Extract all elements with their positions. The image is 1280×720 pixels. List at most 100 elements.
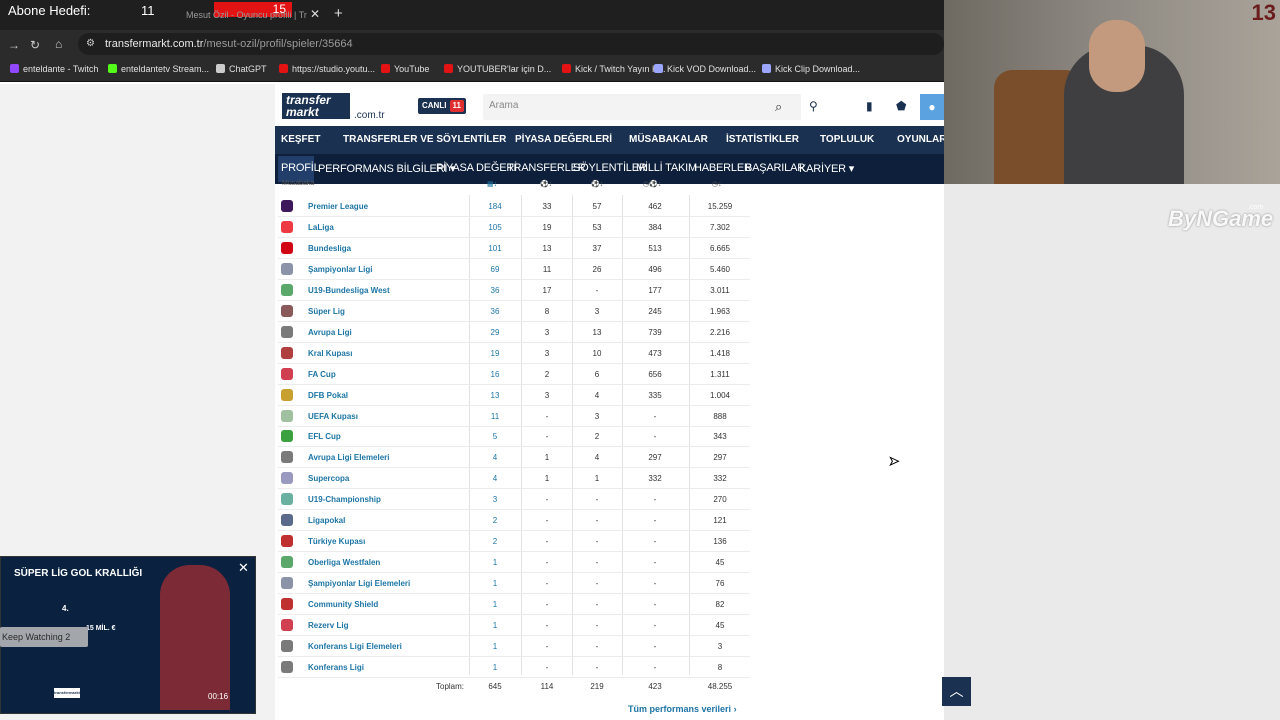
appearances-cell[interactable]: 11 [480, 412, 510, 421]
appearances-cell[interactable]: 1 [480, 663, 510, 672]
sub-nav-item[interactable]: KARİYER ▾ [799, 162, 854, 175]
search-icon[interactable]: ⌕ [775, 99, 782, 115]
scroll-to-top-button[interactable]: ︿ [942, 677, 971, 706]
appearances-cell[interactable]: 105 [480, 223, 510, 232]
all-performance-link[interactable]: Tüm performans verileri › [628, 704, 737, 714]
appearances-cell[interactable]: 101 [480, 244, 510, 253]
competition-logo-icon[interactable] [281, 241, 293, 254]
home-icon[interactable]: ⌂ [55, 37, 62, 51]
sub-nav-item[interactable]: PİYASA DEĞERİ [436, 162, 517, 174]
minutes-icon[interactable]: ◷↕ [712, 180, 722, 188]
appearances-cell[interactable]: 5 [480, 432, 510, 441]
user-account-button[interactable]: ● [920, 94, 944, 120]
competition-name[interactable]: Avrupa Ligi Elemeleri [308, 453, 390, 462]
appearances-cell[interactable]: 3 [480, 495, 510, 504]
competition-logo-icon[interactable] [281, 598, 293, 611]
tab-close-icon[interactable]: ✕ [310, 7, 320, 21]
user-search-icon[interactable]: ⚲ [809, 99, 818, 113]
competition-logo-icon[interactable] [281, 619, 293, 631]
competition-name[interactable]: Türkiye Kupası [308, 537, 365, 546]
competition-name[interactable]: DFB Pokal [308, 391, 348, 400]
competition-logo-icon[interactable] [281, 535, 293, 548]
url-text[interactable]: transfermarkt.com.tr/mesut-ozil/profil/s… [105, 38, 353, 50]
sub-nav-item[interactable]: HABERLER [694, 162, 752, 174]
competition-name[interactable]: Konferans Ligi [308, 663, 364, 672]
competition-name[interactable]: Kral Kupası [308, 349, 352, 358]
competition-logo-icon[interactable] [281, 514, 293, 527]
competition-logo-icon[interactable] [281, 220, 293, 233]
bookmark-item[interactable]: Kick VOD Download... [654, 64, 756, 74]
competition-name[interactable]: Ligapokal [308, 516, 345, 525]
appearances-cell[interactable]: 36 [480, 286, 510, 295]
competition-name[interactable]: LaLiga [308, 223, 334, 232]
competition-logo-icon[interactable] [281, 430, 293, 443]
competition-name[interactable]: Supercopa [308, 474, 349, 483]
competition-name[interactable]: Community Shield [308, 600, 378, 609]
competition-logo-icon[interactable] [281, 283, 293, 296]
competition-logo-icon[interactable] [281, 346, 293, 359]
goals-icon[interactable]: ⚽↕ [540, 180, 552, 188]
sub-nav-item[interactable]: BAŞARILAR [745, 162, 805, 174]
bookmark-item[interactable]: YouTube [381, 64, 429, 74]
competition-name[interactable]: Bundesliga [308, 244, 351, 253]
competition-logo-icon[interactable] [281, 493, 293, 506]
appearances-cell[interactable]: 1 [480, 600, 510, 609]
bookmark-item[interactable]: enteldantetv Stream... [108, 64, 209, 74]
competition-name[interactable]: Konferans Ligi Elemeleri [308, 642, 402, 651]
shield-icon[interactable]: ⬟ [896, 99, 906, 113]
transfermarkt-logo[interactable]: transfer markt [282, 93, 350, 119]
main-nav-item[interactable]: PİYASA DEĞERLERİ [515, 134, 612, 145]
competition-logo-icon[interactable] [281, 639, 293, 652]
bookmark-item[interactable]: https://studio.youtu... [279, 64, 375, 74]
appearances-cell[interactable]: 4 [480, 453, 510, 462]
competition-name[interactable]: FA Cup [308, 370, 336, 379]
main-nav-item[interactable]: MÜSABAKALAR [629, 134, 708, 145]
browser-tab-title[interactable]: Mesut Özil - Oyuncu profili | Tr [186, 10, 307, 20]
competition-logo-icon[interactable] [281, 409, 293, 422]
appearances-cell[interactable]: 1 [480, 579, 510, 588]
main-nav-item[interactable]: TRANSFERLER VE SÖYLENTİLER [343, 134, 506, 145]
site-info-icon[interactable]: ⚙ [86, 38, 95, 49]
bookmark-item[interactable]: ChatGPT [216, 64, 267, 74]
sub-nav-item[interactable]: PROFİL [281, 162, 320, 174]
competition-name[interactable]: Süper Lig [308, 307, 345, 316]
competition-logo-icon[interactable] [281, 200, 293, 212]
bookmark-item[interactable]: YOUTUBER'lar için D... [444, 64, 551, 74]
competition-name[interactable]: Avrupa Ligi [308, 328, 352, 337]
competition-name[interactable]: UEFA Kupası [308, 412, 358, 421]
assists-icon[interactable]: ⚽↕ [591, 180, 603, 188]
appearances-cell[interactable]: 1 [480, 642, 510, 651]
appearances-cell[interactable]: 1 [480, 558, 510, 567]
bookmark-item[interactable]: enteldante - Twitch [10, 64, 98, 74]
competition-logo-icon[interactable] [281, 304, 293, 317]
appearances-cell[interactable]: 69 [480, 265, 510, 274]
competition-logo-icon[interactable] [281, 556, 293, 569]
close-icon[interactable]: ✕ [238, 560, 249, 576]
appearances-cell[interactable]: 19 [480, 349, 510, 358]
keep-watching-button[interactable]: Keep Watching 2 [0, 627, 88, 647]
new-tab-icon[interactable]: + [334, 5, 343, 22]
appearances-cell[interactable]: 16 [480, 370, 510, 379]
competition-logo-icon[interactable] [281, 451, 293, 464]
competition-name[interactable]: Şampiyonlar Ligi Elemeleri [308, 579, 410, 588]
competition-name[interactable]: Premier League [308, 202, 368, 211]
competition-name[interactable]: Rezerv Lig [308, 621, 348, 630]
minutes-per-goal-icon[interactable]: ◷⚽↕ [643, 180, 661, 188]
sub-nav-item[interactable]: PERFORMANS BİLGİLERİ ▾ [318, 162, 456, 175]
reload-icon[interactable]: ↻ [30, 38, 40, 52]
appearances-cell[interactable]: 36 [480, 307, 510, 316]
appearances-cell[interactable]: 2 [480, 537, 510, 546]
appearances-icon[interactable]: ▦↕ [487, 180, 497, 188]
competition-name[interactable]: Oberliga Westfalen [308, 558, 380, 567]
appearances-cell[interactable]: 13 [480, 391, 510, 400]
competition-logo-icon[interactable] [281, 472, 293, 485]
sub-nav-item[interactable]: MİLLİ TAKIM [636, 162, 697, 174]
competition-logo-icon[interactable] [281, 388, 293, 401]
search-input[interactable] [483, 94, 801, 120]
competition-name[interactable]: U19-Bundesliga West [308, 286, 390, 295]
bookmark-item[interactable]: Kick / Twitch Yayın K... [562, 64, 666, 74]
main-nav-item[interactable]: İSTATİSTİKLER [726, 134, 799, 145]
competition-logo-icon[interactable] [281, 325, 293, 338]
competition-name[interactable]: EFL Cup [308, 432, 341, 441]
live-button[interactable]: CANLI 11 [418, 98, 466, 114]
